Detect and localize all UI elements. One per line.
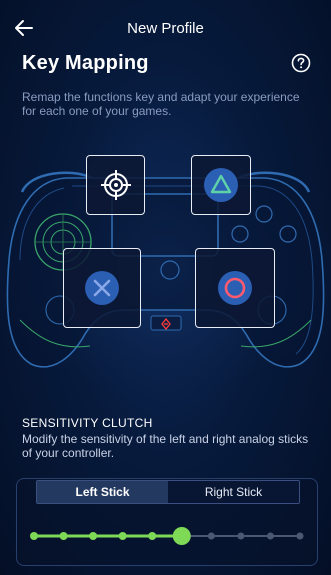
tab-left-stick[interactable]: Left Stick (37, 481, 168, 503)
slider-step (30, 532, 38, 540)
slider-thumb[interactable] (172, 527, 191, 545)
circle-icon (218, 271, 252, 305)
sensitivity-title: SENSITIVITY CLUTCH (22, 416, 153, 430)
slider-step (59, 532, 68, 540)
mapped-triangle-button[interactable] (191, 155, 251, 215)
tab-right-stick[interactable]: Right Stick (168, 481, 299, 503)
triangle-icon (204, 168, 238, 202)
key-mapping-title: Key Mapping (22, 52, 149, 74)
cross-icon (85, 271, 119, 305)
stick-tabs: Left Stick Right Stick (36, 480, 300, 504)
mapped-circle-button[interactable] (195, 248, 275, 328)
controller-illustration (0, 150, 331, 390)
key-mapping-description: Remap the functions key and adapt your e… (22, 90, 300, 118)
mapped-cross-button[interactable] (63, 248, 141, 328)
question-circle-icon[interactable] (291, 53, 311, 73)
razer-logo-icon (161, 318, 171, 330)
slider-step (148, 532, 157, 540)
slider-step (118, 532, 127, 540)
sensitivity-slider[interactable] (26, 522, 308, 550)
slider-step (237, 532, 245, 540)
slider-step (207, 532, 215, 540)
page-title: New Profile (127, 20, 204, 37)
crosshair-icon (100, 170, 131, 200)
slider-step (296, 532, 304, 540)
sensitivity-description: Modify the sensitivity of the left and r… (22, 432, 309, 460)
slider-step (89, 532, 98, 540)
mapped-crosshair-button[interactable] (86, 155, 145, 215)
slider-step (266, 532, 274, 540)
top-bar: New Profile (0, 0, 331, 44)
